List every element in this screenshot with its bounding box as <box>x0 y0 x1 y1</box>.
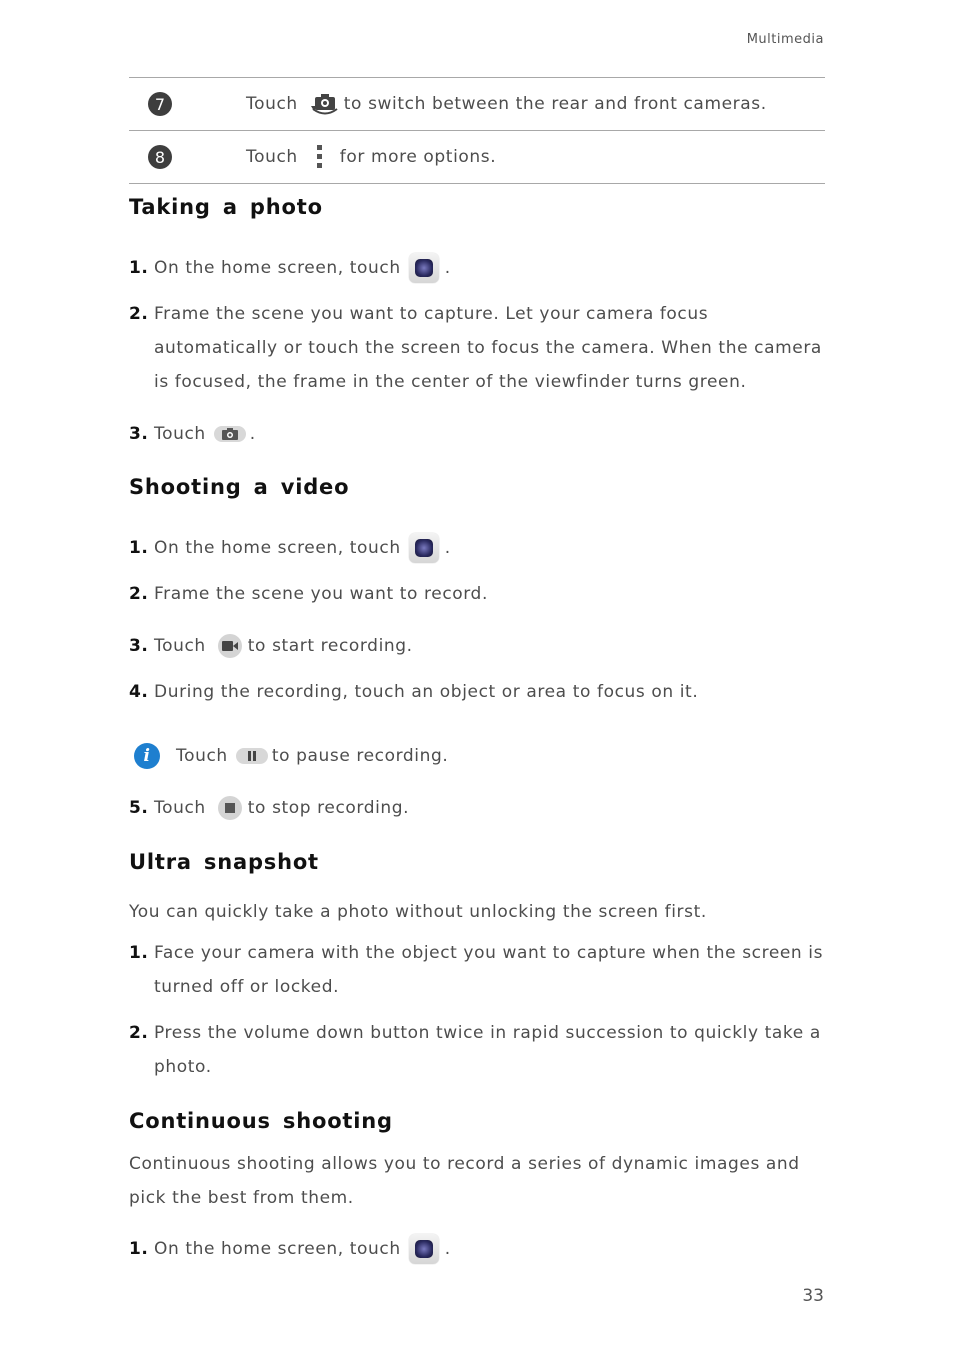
switch-camera-icon <box>310 92 340 116</box>
list-item: 2. Press the volume down button twice in… <box>129 1016 829 1084</box>
controls-table: 7 Touch to switch between the rear and f… <box>129 77 825 184</box>
step-text: Face your camera with the object you wan… <box>154 943 824 997</box>
step-text: Frame the scene you want to record. <box>154 584 488 604</box>
ultra-intro: You can quickly take a photo without unl… <box>129 902 707 922</box>
heading-shooting-video: Shooting a video <box>129 475 350 499</box>
row-text-pre: Touch <box>246 94 298 114</box>
step-number: 5. <box>129 798 149 818</box>
step-text: On the home screen, touch <box>154 538 401 558</box>
note-text: Touch <box>176 746 228 766</box>
list-item: 1. On the home screen, touch. <box>129 531 829 565</box>
more-options-icon <box>316 144 324 170</box>
row-text-pre: Touch <box>246 147 298 167</box>
table-row: 7 Touch to switch between the rear and f… <box>129 77 825 130</box>
step-text: to start recording. <box>247 636 413 656</box>
list-item: 1. On the home screen, touch. <box>129 1232 829 1266</box>
step-number: 1. <box>129 1239 149 1259</box>
step-text: Touch <box>154 424 206 444</box>
step-text: . <box>249 424 256 444</box>
step-number: 1. <box>129 258 149 278</box>
step-number: 1. <box>129 538 149 558</box>
step-text: to stop recording. <box>247 798 410 818</box>
note: i Touch to pause recording. <box>134 739 834 773</box>
step-text: Touch <box>154 798 206 818</box>
table-row: 8 Touch for more options. <box>129 130 825 184</box>
step-text: Press the volume down button twice in ra… <box>154 1023 821 1077</box>
row-text-post: to switch between the rear and front cam… <box>343 94 767 114</box>
step-text: Touch <box>154 636 206 656</box>
shutter-icon <box>213 426 246 442</box>
step-number: 2. <box>129 584 149 604</box>
step-number: 4. <box>129 682 149 702</box>
list-item: 1. Face your camera with the object you … <box>129 936 829 1004</box>
note-text: to pause recording. <box>271 746 449 766</box>
step-text: Frame the scene you want to capture. Let… <box>154 304 822 392</box>
section-header: Multimedia <box>746 32 824 47</box>
camera-app-icon <box>408 533 439 563</box>
page-number: 33 <box>802 1286 824 1306</box>
step-text: . <box>444 1239 451 1259</box>
callout-number-badge: 7 <box>148 92 172 116</box>
list-item: 5. Touch to stop recording. <box>129 791 829 825</box>
step-number: 3. <box>129 424 149 444</box>
row-text-post: for more options. <box>339 147 497 167</box>
list-item: 2. Frame the scene you want to capture. … <box>129 297 829 399</box>
record-icon <box>217 634 242 658</box>
heading-taking-photo: Taking a photo <box>129 195 323 219</box>
step-number: 1. <box>129 943 149 963</box>
camera-app-icon <box>408 1234 439 1264</box>
list-item: 3. Touch. <box>129 417 829 451</box>
step-number: 2. <box>129 1023 149 1043</box>
step-text: . <box>444 258 451 278</box>
stop-icon <box>217 796 242 820</box>
step-number: 2. <box>129 304 149 324</box>
list-item: 3. Touch to start recording. <box>129 629 829 663</box>
step-text: . <box>444 538 451 558</box>
pause-icon <box>235 748 268 764</box>
camera-app-icon <box>408 253 439 283</box>
list-item: 1. On the home screen, touch. <box>129 251 829 285</box>
step-text: During the recording, touch an object or… <box>154 682 699 702</box>
continuous-intro: Continuous shooting allows you to record… <box>129 1154 800 1208</box>
heading-ultra-snapshot: Ultra snapshot <box>129 850 319 874</box>
list-item: 2. Frame the scene you want to record. <box>129 577 829 611</box>
info-icon: i <box>134 743 160 769</box>
step-text: On the home screen, touch <box>154 258 401 278</box>
step-text: On the home screen, touch <box>154 1239 401 1259</box>
heading-continuous-shooting: Continuous shooting <box>129 1109 393 1133</box>
list-item: 4. During the recording, touch an object… <box>129 675 829 709</box>
step-number: 3. <box>129 636 149 656</box>
callout-number-badge: 8 <box>148 145 172 169</box>
